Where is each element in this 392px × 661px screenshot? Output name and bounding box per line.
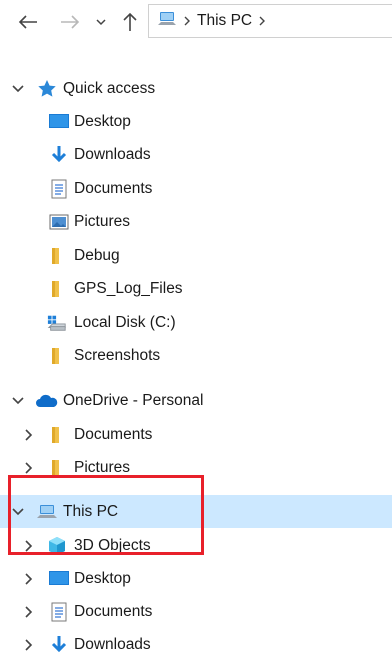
desktop-icon	[49, 112, 69, 132]
collapsed-chevron-icon[interactable]	[22, 605, 36, 619]
tree-item-onedrive-pictures[interactable]: Pictures	[0, 451, 392, 484]
collapsed-chevron-icon[interactable]	[22, 572, 36, 586]
tree-item-pc-desktop[interactable]: Desktop	[0, 562, 392, 595]
local-disk-icon	[47, 313, 67, 333]
tree-item-quick-access[interactable]: Quick access	[0, 72, 392, 105]
this-pc-icon	[35, 502, 59, 522]
tree-item-label: Documents	[74, 602, 153, 620]
3d-objects-icon	[47, 536, 67, 556]
tree-item-gps-log-files[interactable]: GPS_Log_Files	[0, 272, 392, 305]
navigation-toolbar: This PC	[0, 0, 392, 44]
tree-item-label: 3D Objects	[74, 536, 151, 554]
downloads-icon	[49, 635, 69, 655]
tree-item-3d-objects[interactable]: 3D Objects	[0, 529, 392, 562]
tree-item-label: Local Disk (C:)	[74, 313, 176, 331]
tree-item-label: Downloads	[74, 635, 151, 653]
tree-item-label: OneDrive - Personal	[63, 391, 204, 409]
tree-item-pc-downloads[interactable]: Downloads	[0, 628, 392, 661]
folder-icon	[46, 346, 66, 366]
pictures-icon	[49, 212, 69, 232]
address-bar[interactable]: This PC	[148, 4, 392, 38]
breadcrumb-separator[interactable]	[258, 16, 266, 26]
tree-item-label: Documents	[74, 179, 153, 197]
tree-item-label: Screenshots	[74, 346, 161, 364]
tree-item-debug[interactable]: Debug	[0, 239, 392, 272]
collapsed-chevron-icon[interactable]	[22, 638, 36, 652]
tree-item-pc-documents[interactable]: Documents	[0, 595, 392, 628]
tree-item-label: Downloads	[74, 145, 151, 163]
tree-item-label: This PC	[63, 502, 119, 520]
tree-item-label: Desktop	[74, 569, 131, 587]
folder-icon	[46, 425, 66, 445]
tree-item-local-disk[interactable]: Local Disk (C:)	[0, 306, 392, 339]
tree-item-label: Pictures	[74, 458, 130, 476]
tree-item-label: Quick access	[63, 79, 156, 97]
tree-item-label: Documents	[74, 425, 153, 443]
onedrive-cloud-icon	[35, 391, 59, 411]
tree-item-label: Pictures	[74, 212, 130, 230]
back-arrow-icon	[18, 15, 37, 29]
tree-item-label: GPS_Log_Files	[74, 279, 183, 297]
tree-item-this-pc[interactable]: This PC	[0, 495, 392, 528]
documents-icon	[49, 179, 69, 199]
back-button[interactable]	[14, 8, 42, 36]
folder-icon	[46, 458, 66, 478]
collapsed-chevron-icon[interactable]	[22, 461, 36, 475]
collapsed-chevron-icon[interactable]	[22, 428, 36, 442]
breadcrumb-this-pc[interactable]: This PC	[197, 12, 252, 30]
chevron-down-icon	[96, 19, 106, 26]
forward-arrow-icon	[61, 15, 80, 29]
tree-item-onedrive[interactable]: OneDrive - Personal	[0, 384, 392, 417]
tree-item-label: Debug	[74, 246, 120, 264]
tree-item-desktop[interactable]: Desktop	[0, 105, 392, 138]
tree-item-label: Desktop	[74, 112, 131, 130]
up-button[interactable]	[118, 8, 142, 36]
forward-button[interactable]	[56, 8, 84, 36]
folder-icon	[46, 279, 66, 299]
up-arrow-icon	[123, 12, 137, 31]
expanded-chevron-icon[interactable]	[11, 82, 25, 96]
expanded-chevron-icon[interactable]	[11, 394, 25, 408]
expanded-chevron-icon[interactable]	[11, 505, 25, 519]
tree-item-screenshots[interactable]: Screenshots	[0, 339, 392, 372]
star-icon	[37, 79, 57, 99]
folder-icon	[46, 246, 66, 266]
this-pc-icon	[157, 10, 177, 33]
tree-item-pictures[interactable]: Pictures	[0, 205, 392, 238]
tree-item-downloads[interactable]: Downloads	[0, 138, 392, 171]
collapsed-chevron-icon[interactable]	[22, 539, 36, 553]
tree-item-documents[interactable]: Documents	[0, 172, 392, 205]
desktop-icon	[49, 569, 69, 589]
breadcrumb-separator	[183, 16, 191, 26]
downloads-icon	[49, 145, 69, 165]
tree-item-onedrive-documents[interactable]: Documents	[0, 418, 392, 451]
documents-icon	[49, 602, 69, 622]
recent-locations-button[interactable]	[92, 8, 110, 36]
